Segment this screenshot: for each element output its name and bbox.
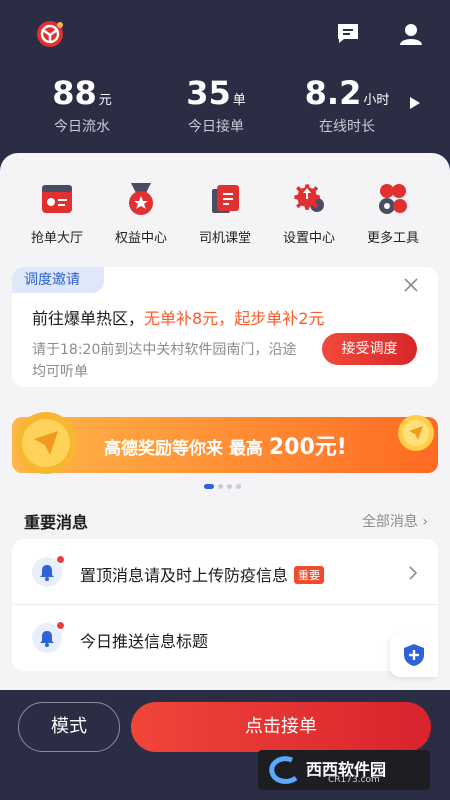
carousel-dot-active[interactable] (204, 484, 214, 489)
shield-icon (404, 644, 424, 666)
carousel-indicator (204, 484, 241, 490)
mode-button[interactable]: 模式 (18, 702, 120, 752)
promo-banner[interactable]: 高德奖励等你来 最高 200元! (12, 409, 438, 477)
order-hall-icon (39, 181, 75, 217)
message-title: 今日推送信息标题 (80, 632, 209, 651)
carousel-dot[interactable] (236, 484, 241, 489)
book-icon (207, 181, 243, 217)
user-icon[interactable] (397, 20, 425, 48)
tool-order-hall[interactable]: 抢单大厅 (17, 181, 97, 246)
stat-unit: 单 (232, 93, 246, 108)
gear-icon (291, 181, 327, 217)
accept-order-button[interactable]: 点击接单 (131, 702, 431, 752)
stat-value: 35 (186, 74, 231, 112)
watermark-url: CR173.com (328, 775, 380, 785)
tool-more[interactable]: 更多工具 (353, 181, 433, 246)
watermark: 西西软件园 CR173.com (258, 750, 430, 790)
messages-header: 重要消息 全部消息 › (24, 509, 428, 532)
safety-shield-button[interactable] (390, 633, 438, 677)
coin-icon (12, 409, 80, 477)
stat-value: 8.2 (304, 74, 362, 112)
message-text: 置顶消息请及时上传防疫信息 重要 (80, 562, 325, 586)
carousel-dot[interactable] (227, 484, 232, 489)
stat-income[interactable]: 88 元 今日流水 (17, 74, 147, 136)
messages-list: 置顶消息请及时上传防疫信息 重要 今日推送信息标题 (12, 539, 438, 671)
banner-amount: 200元! (268, 435, 347, 460)
dispatch-description: 请于18:20前到达中关村软件园南门，沿途均可听单 (32, 342, 297, 380)
dispatch-title-prefix: 前往爆单热区， (32, 309, 145, 328)
stat-unit: 小时 (363, 93, 390, 108)
dispatch-card: 调度邀请 前往爆单热区，无单补8元，起步单补2元 请于18:20前到达中关村软件… (12, 267, 438, 387)
medal-icon (123, 181, 159, 217)
important-badge: 重要 (294, 566, 325, 584)
tool-driver-class[interactable]: 司机课堂 (185, 181, 265, 246)
unread-dot (56, 555, 65, 564)
play-arrow-icon[interactable] (410, 97, 420, 109)
all-messages-link[interactable]: 全部消息 › (362, 511, 428, 531)
tool-settings[interactable]: 设置中心 (269, 181, 349, 246)
banner-label: 高德奖励等你来 最高 (104, 439, 269, 459)
stat-label: 今日接单 (188, 119, 244, 135)
stat-orders[interactable]: 35 单 今日接单 (151, 74, 281, 136)
message-icon[interactable] (334, 20, 362, 48)
dispatch-tag: 调度邀请 (12, 267, 104, 293)
banner-text: 高德奖励等你来 最高 200元! (104, 429, 347, 461)
carousel-dot[interactable] (218, 484, 223, 489)
stat-unit: 元 (98, 93, 112, 108)
list-item[interactable]: 今日推送信息标题 (12, 605, 438, 671)
coin-icon (396, 413, 436, 453)
message-title: 置顶消息请及时上传防疫信息 (80, 566, 289, 585)
stat-label: 在线时长 (319, 119, 375, 135)
messages-title: 重要消息 (24, 513, 89, 532)
close-icon[interactable] (404, 277, 418, 292)
tool-label: 权益中心 (114, 231, 167, 246)
dispatch-title: 前往爆单热区，无单补8元，起步单补2元 (32, 305, 324, 329)
stat-online-time[interactable]: 8.2 小时 在线时长 (282, 74, 412, 136)
watermark-logo-icon (264, 754, 304, 790)
list-item[interactable]: 置顶消息请及时上传防疫信息 重要 (12, 539, 438, 605)
stats-panel: 88 元 今日流水 35 单 今日接单 8.2 小时 在线时长 (0, 74, 420, 136)
stat-label: 今日流水 (54, 119, 110, 135)
header: 88 元 今日流水 35 单 今日接单 8.2 小时 在线时长 (0, 0, 450, 160)
tool-label: 抢单大厅 (30, 231, 83, 246)
message-text: 今日推送信息标题 (80, 628, 208, 652)
tool-label: 司机课堂 (198, 231, 251, 246)
dispatch-title-highlight: 无单补8元，起步单补2元 (144, 309, 325, 328)
stat-value: 88 (52, 74, 97, 112)
app-logo-icon (36, 20, 64, 48)
tool-benefits[interactable]: 权益中心 (101, 181, 181, 246)
tool-label: 更多工具 (366, 231, 419, 246)
more-tools-icon (375, 181, 411, 217)
accept-dispatch-button[interactable]: 接受调度 (322, 333, 417, 365)
chevron-right-icon (408, 565, 418, 580)
main-panel: 抢单大厅 权益中心 司机课堂 设置中心 更多工具 调度邀请 前往爆单热区，无单补… (0, 153, 450, 693)
tool-label: 设置中心 (282, 231, 335, 246)
tool-grid: 抢单大厅 权益中心 司机课堂 设置中心 更多工具 (0, 181, 450, 251)
unread-dot (56, 621, 65, 630)
